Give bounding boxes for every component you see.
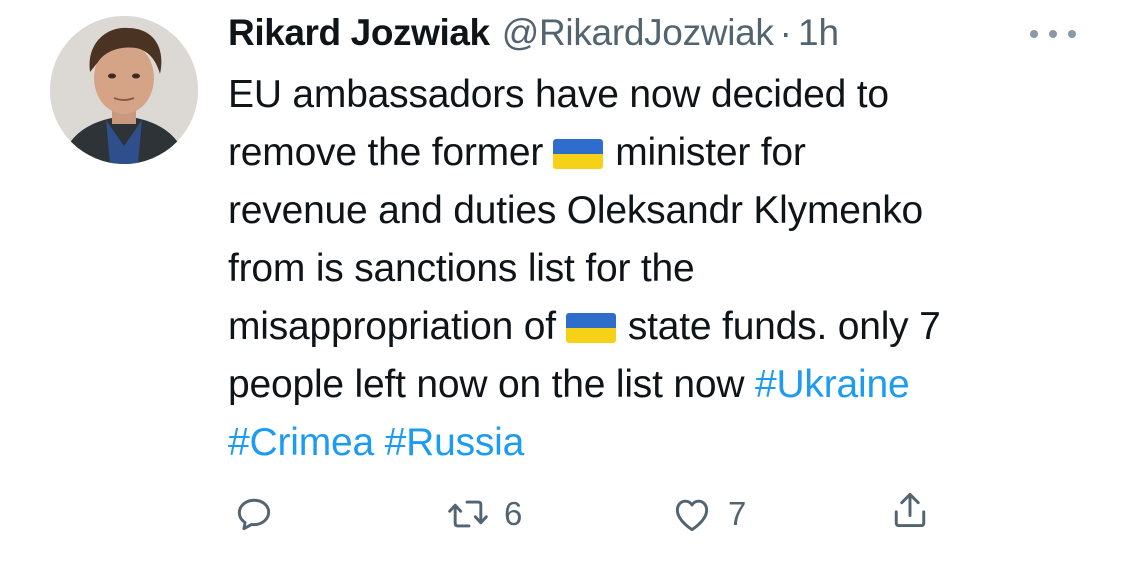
tweet-text-segment: minister for (615, 131, 806, 174)
share-icon (894, 492, 926, 528)
more-dot (1068, 30, 1076, 38)
tweet-line: misappropriation of state funds. only 7 (228, 298, 1078, 356)
retweet-count: 6 (504, 495, 523, 532)
retweet-icon (448, 500, 488, 528)
like-count: 7 (728, 495, 747, 532)
tweet-line: remove the former minister for (228, 124, 1078, 182)
like-button[interactable]: 7 (670, 492, 746, 536)
avatar[interactable] (50, 16, 198, 164)
action-bar: 6 7 (0, 488, 1125, 548)
tweet-text-segment: revenue and duties Oleksandr Klymenko (228, 189, 923, 232)
hashtag-ukraine[interactable]: #Ukraine (755, 363, 910, 406)
tweet-line: EU ambassadors have now decided to (228, 66, 1078, 124)
retweet-button[interactable]: 6 (446, 492, 522, 536)
tweet[interactable]: Rikard Jozwiak @RikardJozwiak · 1h EU am… (0, 0, 1125, 576)
tweet-text-segment: remove the former (228, 131, 544, 174)
like-icon (675, 499, 709, 532)
reply-icon (237, 498, 271, 531)
hashtag-crimea[interactable]: #Crimea (228, 421, 374, 464)
more-dot (1030, 30, 1038, 38)
ukraine-flag-emoji (553, 139, 604, 169)
tweet-text-segment: state funds. only 7 (627, 305, 941, 348)
tweet-line: revenue and duties Oleksandr Klymenko (228, 182, 1078, 240)
tweet-text-segment: from is sanctions list for the (228, 247, 695, 290)
tweet-text-segment: people left now on the list now (228, 363, 745, 406)
tweet-text-segment: EU ambassadors have now decided to (228, 73, 889, 116)
tweet-line: people left now on the list now #Ukraine (228, 356, 1078, 414)
share-button[interactable] (888, 488, 932, 532)
hashtag-russia[interactable]: #Russia (385, 421, 525, 464)
tweet-header: Rikard Jozwiak @RikardJozwiak · 1h (228, 12, 839, 58)
reply-button[interactable] (232, 492, 276, 536)
more-dot (1049, 30, 1057, 38)
more-icon[interactable] (1030, 26, 1076, 42)
timestamp[interactable]: 1h (798, 12, 839, 54)
display-name[interactable]: Rikard Jozwiak (228, 12, 490, 54)
user-handle[interactable]: @RikardJozwiak (502, 12, 774, 54)
separator-dot: · (779, 12, 792, 53)
ukraine-flag-emoji (565, 313, 616, 343)
tweet-text-segment: misappropriation of (228, 305, 556, 348)
avatar-image (50, 16, 198, 164)
tweet-line: from is sanctions list for the (228, 240, 1078, 298)
tweet-line: #Crimea #Russia (228, 414, 1078, 472)
tweet-text: EU ambassadors have now decided to remov… (228, 66, 1078, 472)
